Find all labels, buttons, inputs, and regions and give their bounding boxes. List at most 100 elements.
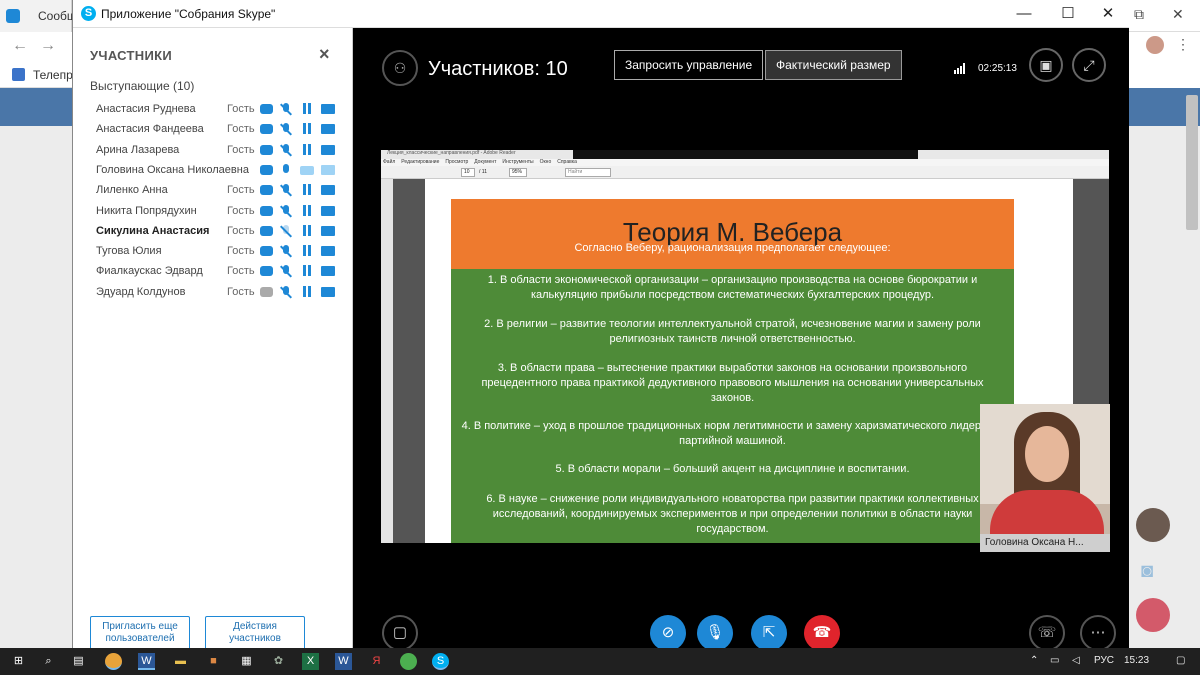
chat-icon[interactable]: [260, 286, 273, 297]
camera-icon[interactable]: ◙: [1141, 560, 1153, 583]
chat-icon[interactable]: [260, 225, 273, 236]
participant-row[interactable]: Никита Попрядухин Гость: [90, 202, 350, 222]
participant-row[interactable]: Фиалкаускас Эдвард Гость: [90, 262, 350, 282]
screen-icon[interactable]: [321, 185, 335, 196]
task-view-icon[interactable]: ▤: [70, 653, 87, 670]
app-icon[interactable]: ■: [205, 653, 222, 670]
microphone-icon[interactable]: 🎙: [697, 615, 733, 651]
screen-icon[interactable]: [321, 266, 335, 277]
participant-row[interactable]: Сикулина Анастасия Гость: [90, 222, 350, 242]
presenters-group-label[interactable]: Выступающие (10): [90, 79, 194, 93]
request-control-button[interactable]: Запросить управление: [614, 50, 764, 80]
acrobat-menu-item[interactable]: Документ: [474, 159, 496, 165]
taskbar-clock[interactable]: 15:23: [1124, 655, 1149, 666]
participant-row[interactable]: Эдуард Колдунов Гость: [90, 283, 350, 303]
pause-icon[interactable]: [302, 204, 312, 216]
share-screen-icon[interactable]: ⇱: [751, 615, 787, 651]
participant-row[interactable]: Анастасия Руднева Гость: [90, 100, 350, 120]
screen-icon[interactable]: [321, 144, 335, 155]
microphone-muted-icon[interactable]: [279, 143, 293, 157]
chat-icon[interactable]: [260, 104, 273, 114]
close-button[interactable]: ✕: [1093, 4, 1123, 24]
chat-icon[interactable]: [260, 266, 273, 277]
browser-scrollbar[interactable]: [1186, 95, 1198, 230]
chat-icon[interactable]: [260, 164, 273, 175]
fullscreen-icon[interactable]: ⤢: [1072, 48, 1106, 82]
pause-icon[interactable]: [302, 245, 312, 257]
hang-up-icon[interactable]: ☎: [804, 615, 840, 651]
word-icon[interactable]: W: [138, 653, 155, 670]
microphone-muted-icon[interactable]: [279, 265, 293, 278]
video-icon[interactable]: [300, 165, 314, 175]
skype-taskbar-icon[interactable]: S: [432, 653, 449, 670]
pause-icon[interactable]: [302, 265, 312, 277]
microphone-muted-icon[interactable]: [279, 224, 293, 238]
bookmark-item[interactable]: Телепро: [0, 62, 79, 88]
acrobat-menu-item[interactable]: Редактирование: [401, 159, 439, 165]
screen-icon[interactable]: [321, 205, 335, 216]
microphone-muted-icon[interactable]: [279, 285, 293, 299]
more-options-icon[interactable]: ⋯: [1080, 615, 1116, 651]
call-controls-icon[interactable]: ☏: [1029, 615, 1065, 651]
screen-icon[interactable]: [321, 225, 335, 236]
volume-icon[interactable]: ◁: [1072, 655, 1080, 666]
participants-group-icon[interactable]: ⚇: [382, 50, 418, 86]
app-icon[interactable]: ✿: [270, 653, 287, 670]
screen-icon[interactable]: [321, 286, 335, 297]
layout-switch-icon[interactable]: ▣: [1029, 48, 1063, 82]
search-icon[interactable]: ⌕: [40, 653, 57, 670]
screen-icon[interactable]: [321, 246, 335, 257]
keyboard-language[interactable]: РУС: [1094, 655, 1114, 666]
screen-icon[interactable]: [321, 164, 335, 175]
chat-icon[interactable]: [260, 124, 273, 135]
calculator-icon[interactable]: ▦: [238, 653, 255, 670]
pause-icon[interactable]: [302, 123, 312, 135]
excel-icon[interactable]: X: [302, 653, 319, 670]
video-off-icon[interactable]: ⊘: [650, 615, 686, 651]
participant-row[interactable]: Тугова Юлия Гость: [90, 242, 350, 262]
side-avatar[interactable]: [1136, 508, 1170, 542]
acrobat-menu-item[interactable]: Файл: [383, 159, 395, 165]
zoom-field[interactable]: 95%: [509, 168, 527, 177]
chat-icon[interactable]: [260, 185, 273, 196]
participant-row[interactable]: Арина Лазарева Гость: [90, 141, 350, 161]
acrobat-menu-item[interactable]: Справка: [557, 159, 577, 165]
app-icon[interactable]: [400, 653, 417, 670]
chrome-icon[interactable]: [105, 653, 122, 670]
notifications-icon[interactable]: ▢: [1176, 655, 1185, 666]
profile-avatar[interactable]: [1146, 36, 1164, 54]
actual-size-button[interactable]: Фактический размер: [765, 50, 902, 80]
invite-button[interactable]: Пригласить еще пользователей: [90, 616, 190, 650]
tray-arrow-icon[interactable]: ⌃: [1030, 655, 1038, 666]
pause-icon[interactable]: [302, 224, 312, 236]
microphone-icon[interactable]: [280, 163, 292, 176]
acrobat-menu-item[interactable]: Инструменты: [502, 159, 533, 165]
pause-icon[interactable]: [302, 143, 312, 155]
microphone-muted-icon[interactable]: [279, 245, 293, 258]
maximize-button[interactable]: ☐: [1053, 4, 1083, 24]
microphone-muted-icon[interactable]: [279, 184, 293, 197]
microphone-muted-icon[interactable]: [279, 204, 293, 218]
folder-icon[interactable]: ▬: [172, 653, 189, 670]
participant-row[interactable]: Анастасия Фандеева Гость: [90, 120, 350, 140]
yandex-icon[interactable]: Я: [368, 653, 385, 670]
sharing-toolbar[interactable]: [573, 150, 918, 159]
arrow-left-icon[interactable]: ←: [12, 37, 28, 55]
chat-icon[interactable]: [260, 144, 273, 155]
browser-tab[interactable]: Сообщ: [0, 0, 77, 32]
participant-row[interactable]: Лиленко Анна Гость: [90, 181, 350, 201]
side-avatar[interactable]: [1136, 598, 1170, 632]
network-icon[interactable]: ▭: [1050, 655, 1059, 666]
acrobat-menu-item[interactable]: Окно: [540, 159, 552, 165]
start-icon[interactable]: ⊞: [10, 653, 27, 670]
pause-icon[interactable]: [302, 285, 312, 297]
pause-icon[interactable]: [302, 184, 312, 196]
acrobat-menu-item[interactable]: Просмотр: [445, 159, 468, 165]
find-field[interactable]: Найти: [565, 168, 611, 177]
panel-close-button[interactable]: ×: [319, 44, 330, 65]
screen-icon[interactable]: [321, 124, 335, 135]
participant-actions-button[interactable]: Действия участников: [205, 616, 305, 650]
chat-icon[interactable]: [260, 205, 273, 216]
microphone-muted-icon[interactable]: [279, 123, 293, 136]
microphone-muted-icon[interactable]: [279, 103, 293, 116]
